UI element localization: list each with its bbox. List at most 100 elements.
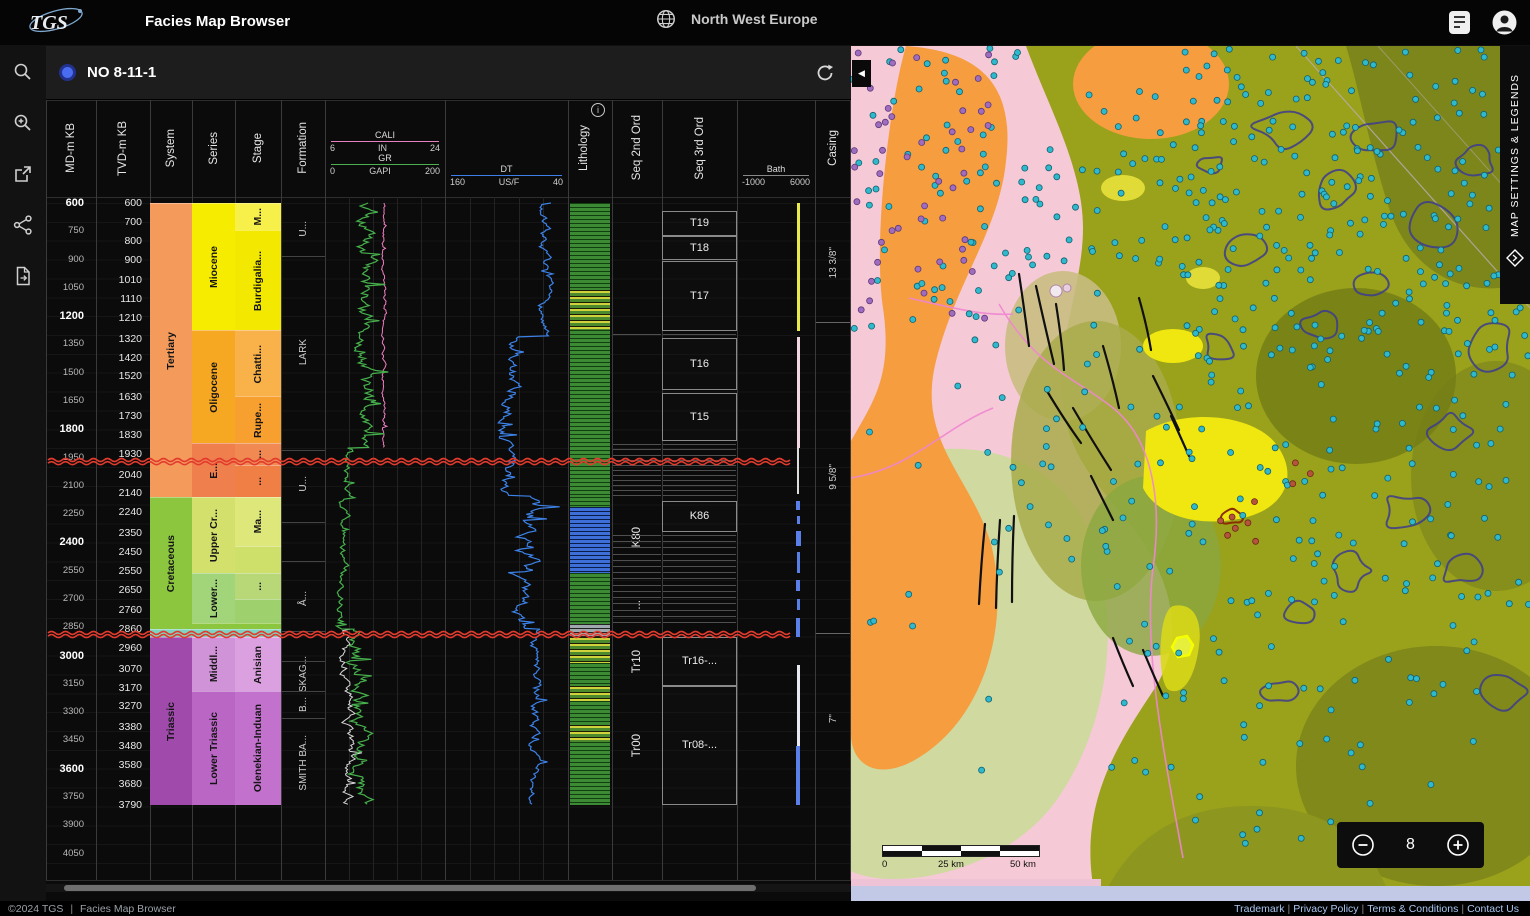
footer-link[interactable]: Contact Us <box>1467 903 1519 915</box>
scale-bar-graphic <box>882 845 1040 857</box>
seq2-tick <box>613 591 661 592</box>
seq2-tick <box>613 495 661 496</box>
header-divider <box>46 100 851 101</box>
tvd-depth-tick: 1110 <box>98 293 142 305</box>
track-gridline <box>494 197 495 880</box>
seq3-label: Tr08-... <box>682 739 717 751</box>
collapse-panel-button[interactable]: ◀ <box>852 60 871 87</box>
seq3-tick <box>663 622 736 623</box>
stage-block: Rupe... <box>235 396 281 443</box>
casing-divider <box>816 322 850 323</box>
track-gridline <box>470 197 471 880</box>
open-external-button[interactable] <box>10 162 36 188</box>
zoom-in-button[interactable] <box>10 111 36 137</box>
zoom-in-map-button[interactable] <box>1446 833 1470 857</box>
lithology-segment <box>570 203 610 290</box>
track-header-bath: Bath -10006000 <box>739 164 813 187</box>
facies-map-svg[interactable] <box>851 46 1530 901</box>
bath-mark <box>796 746 800 804</box>
rotated-label: U... <box>298 476 309 492</box>
tvd-depth-tick: 3580 <box>98 759 142 771</box>
well-header: NO 8-11-1 <box>46 46 851 100</box>
footer-link[interactable]: Terms & Conditions <box>1367 903 1458 915</box>
seq3-tick <box>663 490 736 491</box>
seq3-label: T19 <box>690 217 709 229</box>
rotated-label: Olenekian-Induan <box>252 704 264 792</box>
tvd-depth-tick: 2650 <box>98 584 142 596</box>
seq3-tick <box>663 541 736 542</box>
well-log-canvas[interactable]: MD-m KB TVD-m KB System Series Stage For… <box>46 46 851 901</box>
footer-link[interactable]: Privacy Policy <box>1293 903 1358 915</box>
seq3-tick <box>663 475 736 476</box>
refresh-button[interactable] <box>813 61 837 85</box>
column-border <box>737 100 738 880</box>
seq2-tick <box>613 578 661 579</box>
tvd-depth-tick: 1930 <box>98 448 142 460</box>
user-button[interactable] <box>1491 9 1518 36</box>
track-header-cali-gr: CALI 6IN24 GR 0GAPI200 <box>327 130 443 176</box>
logo-text: TGS <box>30 12 68 35</box>
seq3-tick <box>663 480 736 481</box>
lithology-segment <box>570 497 610 506</box>
rotated-label: Å... <box>298 591 309 606</box>
lithology-segment <box>570 701 610 726</box>
highlighted-well-marker[interactable] <box>1172 636 1193 657</box>
tvd-depth-tick: 1730 <box>98 410 142 422</box>
md-depth-tick: 1500 <box>46 367 88 378</box>
header-actions <box>1446 9 1518 36</box>
md-depth-tick: 2850 <box>46 621 88 632</box>
status-bar: ©2024 TGS | Facies Map Browser Trademark… <box>0 901 1530 916</box>
seq3-tick <box>663 616 736 617</box>
column-border <box>445 100 446 880</box>
column-header-system: System <box>150 100 192 196</box>
tvd-depth-tick: 3480 <box>98 740 142 752</box>
seq2-tick <box>613 455 661 456</box>
report-button[interactable] <box>1446 9 1473 36</box>
seq3-box: T15 <box>662 393 737 441</box>
seq3-box: T16 <box>662 338 737 390</box>
lithology-segment <box>570 290 610 331</box>
footer-link[interactable]: Trademark <box>1234 903 1284 915</box>
region-selector[interactable]: North West Europe <box>655 8 818 30</box>
seq2-tick <box>613 535 661 536</box>
stage-block: ... <box>235 443 281 465</box>
md-depth-tick: 2700 <box>46 593 88 604</box>
stage-block <box>235 599 281 623</box>
facies-map[interactable]: ◀ MAP SETTINGS & LEGENDS 0 25 km 50 km <box>851 46 1530 901</box>
md-depth-tick: 1050 <box>46 282 88 293</box>
seq2-label: Tr10 <box>612 621 662 701</box>
seq2-tick <box>613 470 661 471</box>
file-export-button[interactable] <box>10 264 36 290</box>
rotated-label: Middl... <box>208 646 220 682</box>
seq2-tick <box>613 610 661 611</box>
zoom-out-button[interactable] <box>1351 833 1375 857</box>
rotated-label: Oligocene <box>208 362 220 413</box>
copyright-text: ©2024 TGS <box>8 903 63 915</box>
tvd-depth-tick: 3170 <box>98 682 142 694</box>
map-settings-tab[interactable]: MAP SETTINGS & LEGENDS <box>1500 46 1530 304</box>
scale-end-label: 50 km <box>1010 859 1036 870</box>
seq3-box: K86 <box>662 501 737 532</box>
seq3-tick <box>663 578 736 579</box>
lithology-info-icon[interactable]: i <box>591 103 605 117</box>
stage-block: ... <box>235 573 281 599</box>
series-block: Lower Triassic <box>192 691 235 804</box>
md-depth-tick: 900 <box>46 254 88 265</box>
seq2-tick <box>613 449 661 450</box>
well-status-dot[interactable] <box>59 64 76 81</box>
seq3-label: T15 <box>690 411 709 423</box>
track-gridline <box>397 197 398 880</box>
stage-block: Ma... <box>235 497 281 546</box>
scrollbar-thumb[interactable] <box>64 885 756 891</box>
search-button[interactable] <box>10 60 36 86</box>
series-block: Middl... <box>192 637 235 692</box>
series-block: Oligocene <box>192 330 235 443</box>
system-block: Triassic <box>150 637 192 805</box>
open-external-icon <box>11 162 35 186</box>
rotated-label: E... <box>208 463 220 479</box>
stage-block <box>235 546 281 573</box>
seq3-tick <box>663 334 736 335</box>
coastal-strip <box>851 879 1101 886</box>
column-border <box>325 100 326 880</box>
share-nodes-button[interactable] <box>10 213 36 239</box>
